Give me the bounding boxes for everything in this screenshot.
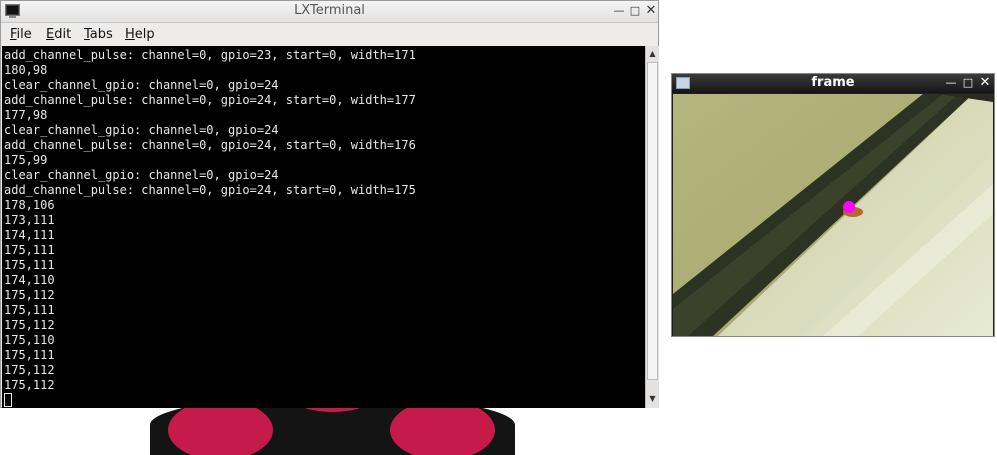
terminal-line: 177,98 xyxy=(4,108,48,122)
maximize-icon[interactable]: □ xyxy=(628,3,642,19)
close-icon[interactable]: ✕ xyxy=(644,3,658,19)
tracking-marker xyxy=(843,201,855,213)
terminal-line: 175,111 xyxy=(4,243,55,257)
terminal-line: 173,111 xyxy=(4,213,55,227)
terminal-line: 178,106 xyxy=(4,198,55,212)
menu-edit[interactable]: Edit xyxy=(46,27,71,42)
terminal-line: 174,110 xyxy=(4,273,55,287)
terminal-line: 175,110 xyxy=(4,333,55,347)
terminal-line: add_channel_pulse: channel=0, gpio=24, s… xyxy=(4,183,416,197)
terminal-line: add_channel_pulse: channel=0, gpio=23, s… xyxy=(4,48,416,62)
terminal-output[interactable]: add_channel_pulse: channel=0, gpio=23, s… xyxy=(2,46,645,408)
minimize-icon[interactable]: — xyxy=(944,75,958,91)
terminal-title: LXTerminal xyxy=(294,3,365,18)
terminal-titlebar[interactable]: LXTerminal — □ ✕ xyxy=(1,1,658,23)
terminal-line: 175,111 xyxy=(4,348,55,362)
close-icon[interactable]: ✕ xyxy=(978,75,992,91)
scroll-up-arrow-icon[interactable]: ▲ xyxy=(646,47,659,61)
terminal-menubar: File Edit Tabs Help xyxy=(1,23,658,46)
camera-frame-image xyxy=(673,94,993,336)
maximize-icon[interactable]: □ xyxy=(961,75,975,91)
terminal-cursor xyxy=(4,393,12,407)
frame-titlebar[interactable]: frame — □ ✕ xyxy=(672,74,994,93)
terminal-line: 175,112 xyxy=(4,363,55,377)
terminal-window: LXTerminal — □ ✕ File Edit Tabs Help add… xyxy=(0,0,659,408)
terminal-line: add_channel_pulse: channel=0, gpio=24, s… xyxy=(4,93,416,107)
terminal-line: 175,112 xyxy=(4,318,55,332)
terminal-scrollbar[interactable]: ▲ ▼ xyxy=(645,46,659,408)
terminal-line: 175,112 xyxy=(4,288,55,302)
menu-tabs[interactable]: Tabs xyxy=(84,27,113,42)
scrollbar-thumb[interactable] xyxy=(647,62,658,380)
terminal-line: add_channel_pulse: channel=0, gpio=24, s… xyxy=(4,138,416,152)
terminal-line: 175,112 xyxy=(4,378,55,392)
terminal-line: 180,98 xyxy=(4,63,48,77)
terminal-line: 175,111 xyxy=(4,303,55,317)
terminal-line: 174,111 xyxy=(4,228,55,242)
terminal-line: clear_channel_gpio: channel=0, gpio=24 xyxy=(4,168,279,182)
terminal-line: clear_channel_gpio: channel=0, gpio=24 xyxy=(4,123,279,137)
menu-help[interactable]: Help xyxy=(125,27,155,42)
menu-file[interactable]: File xyxy=(10,27,32,42)
terminal-line: clear_channel_gpio: channel=0, gpio=24 xyxy=(4,78,279,92)
terminal-line: 175,99 xyxy=(4,153,48,167)
minimize-icon[interactable]: — xyxy=(612,3,626,19)
frame-window: frame — □ ✕ xyxy=(671,73,995,337)
terminal-line: 175,111 xyxy=(4,258,55,272)
scroll-down-arrow-icon[interactable]: ▼ xyxy=(646,392,659,406)
